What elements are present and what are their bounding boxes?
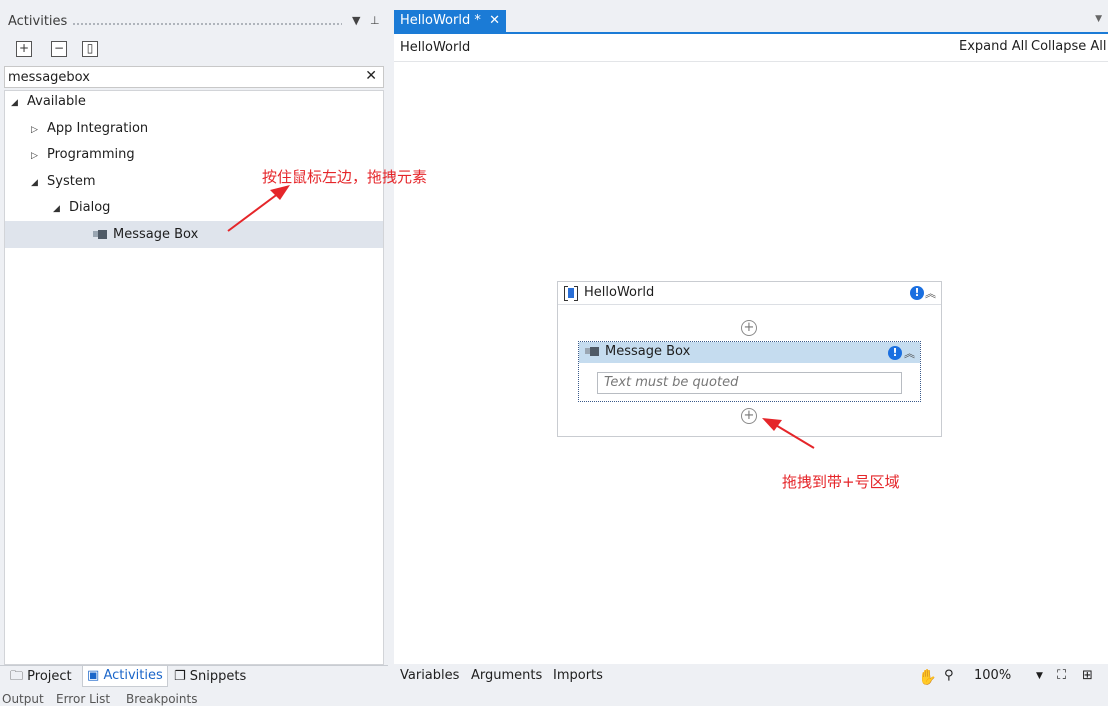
arrow-to-drop-zone [762, 418, 815, 449]
arrow-to-tree [227, 185, 290, 232]
annotation-arrows [227, 185, 815, 449]
